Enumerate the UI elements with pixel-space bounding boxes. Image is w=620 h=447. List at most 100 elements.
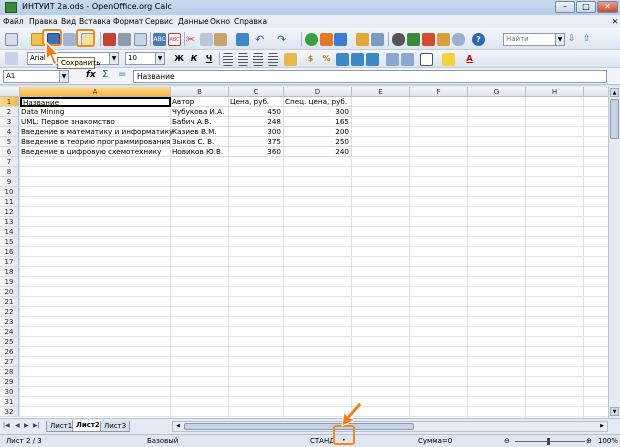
sheet-nav-last-icon[interactable]: ▶| <box>33 422 40 429</box>
underline-button[interactable]: Ч <box>203 53 215 65</box>
row-header[interactable]: 11 <box>0 197 19 207</box>
row-header[interactable]: 7 <box>0 157 19 167</box>
table-cell[interactable]: 450 <box>229 107 284 117</box>
row-header[interactable]: 15 <box>0 237 19 247</box>
copy-icon[interactable] <box>200 33 213 46</box>
table-cell[interactable]: 200 <box>284 127 352 137</box>
status-page-style[interactable]: Базовый <box>147 437 178 445</box>
gallery-icon[interactable] <box>422 33 435 46</box>
cell-b1[interactable]: Автор <box>171 97 229 107</box>
background-color-icon[interactable] <box>442 53 455 66</box>
table-cell[interactable]: 300 <box>284 107 352 117</box>
minimize-button[interactable]: – <box>555 1 575 13</box>
find-replace-icon[interactable] <box>392 33 405 46</box>
menu-tools[interactable]: Сервис <box>145 17 173 26</box>
table-cell[interactable]: Казиев В.М. <box>171 127 229 137</box>
row-header[interactable]: 26 <box>0 347 19 357</box>
delete-decimal-icon[interactable] <box>366 53 379 66</box>
column-header-g[interactable]: G <box>468 87 526 97</box>
row-header[interactable]: 3 <box>0 117 19 127</box>
help-icon[interactable]: ? <box>472 33 485 46</box>
formula-input[interactable]: Название <box>133 70 607 83</box>
status-selection-mode[interactable]: СТАНД <box>310 437 335 445</box>
column-header-a[interactable]: A <box>20 87 171 97</box>
function-icon[interactable]: = <box>118 69 126 80</box>
print-icon[interactable] <box>118 33 131 46</box>
table-cell[interactable]: 375 <box>229 137 284 147</box>
row-header[interactable]: 10 <box>0 187 19 197</box>
draw-functions-icon[interactable] <box>371 33 384 46</box>
row-header[interactable]: 2 <box>0 107 19 117</box>
font-color-icon[interactable]: A <box>463 53 476 66</box>
row-header[interactable]: 29 <box>0 377 19 387</box>
scroll-thumb[interactable] <box>610 99 619 139</box>
select-all-corner[interactable] <box>0 87 20 97</box>
menu-help[interactable]: Справка <box>234 17 267 26</box>
menu-view[interactable]: Вид <box>61 17 76 26</box>
justify-icon[interactable] <box>268 53 278 66</box>
row-header[interactable]: 5 <box>0 137 19 147</box>
close-document-icon[interactable]: ✕ <box>612 17 618 26</box>
row-header[interactable]: 8 <box>0 167 19 177</box>
align-center-icon[interactable] <box>238 53 248 66</box>
zoom-slider[interactable] <box>515 441 585 442</box>
column-header-i[interactable]: I <box>584 87 608 97</box>
row-header[interactable]: 12 <box>0 207 19 217</box>
italic-button[interactable]: К <box>188 53 200 65</box>
menu-insert[interactable]: Вставка <box>79 17 111 26</box>
row-header[interactable]: 30 <box>0 387 19 397</box>
table-cell[interactable]: 248 <box>229 117 284 127</box>
sum-icon[interactable]: Σ <box>102 69 108 80</box>
menu-data[interactable]: Данные <box>178 17 209 26</box>
decrease-indent-icon[interactable] <box>386 53 399 66</box>
undo-icon[interactable]: ↶ <box>255 33 268 46</box>
table-cell[interactable]: 165 <box>284 117 352 127</box>
chevron-down-icon[interactable]: ▼ <box>59 71 68 82</box>
table-cell[interactable]: Чубукова И.А. <box>171 107 229 117</box>
zoom-out-icon[interactable]: ⊖ <box>504 437 510 445</box>
zoom-slider-handle[interactable] <box>547 438 550 445</box>
font-size-select[interactable]: 10 ▼ <box>125 52 165 65</box>
sort-ascending-icon[interactable] <box>320 33 333 46</box>
column-header-f[interactable]: F <box>410 87 468 97</box>
table-cell[interactable]: Введение в теорию программирования <box>20 137 171 147</box>
menu-format[interactable]: Формат <box>113 17 143 26</box>
zoom-icon[interactable] <box>452 33 465 46</box>
print-preview-icon[interactable] <box>134 33 147 46</box>
sheet-tab-3[interactable]: Лист3 <box>100 421 131 432</box>
row-header[interactable]: 18 <box>0 267 19 277</box>
sort-descending-icon[interactable] <box>334 33 347 46</box>
data-sources-icon[interactable] <box>437 33 450 46</box>
row-header[interactable]: 27 <box>0 357 19 367</box>
navigator-icon[interactable] <box>407 33 420 46</box>
column-header-e[interactable]: E <box>352 87 410 97</box>
row-header[interactable]: 13 <box>0 217 19 227</box>
row-header[interactable]: 21 <box>0 297 19 307</box>
sheet-nav-prev-icon[interactable]: ◀ <box>15 422 20 429</box>
find-previous-icon[interactable]: ⇧ <box>583 33 596 46</box>
add-decimal-icon[interactable] <box>351 53 364 66</box>
scroll-right-icon[interactable]: ▶ <box>598 422 606 431</box>
number-format-icon[interactable] <box>336 53 349 66</box>
align-right-icon[interactable] <box>253 53 263 66</box>
table-cell[interactable]: Новиков Ю.В. <box>171 147 229 157</box>
row-header[interactable]: 25 <box>0 337 19 347</box>
chart-icon[interactable] <box>356 33 369 46</box>
currency-icon[interactable]: $ <box>304 53 317 66</box>
row-header[interactable]: 28 <box>0 367 19 377</box>
cell-a1[interactable]: Название <box>20 97 171 107</box>
close-button[interactable]: ✕ <box>597 1 618 13</box>
export-pdf-icon[interactable] <box>103 33 116 46</box>
row-header[interactable]: 14 <box>0 227 19 237</box>
cell-c1[interactable]: Цена, руб. <box>229 97 284 107</box>
cut-icon[interactable]: ✂ <box>186 33 199 46</box>
menu-file[interactable]: Файл <box>3 17 24 26</box>
function-wizard-icon[interactable]: fx <box>86 70 96 80</box>
table-cell[interactable]: 360 <box>229 147 284 157</box>
hscroll-thumb[interactable] <box>184 423 414 430</box>
bold-button[interactable]: Ж <box>173 53 185 65</box>
scroll-up-icon[interactable]: ▲ <box>610 88 619 97</box>
table-cell[interactable]: 300 <box>229 127 284 137</box>
row-header[interactable]: 24 <box>0 327 19 337</box>
spreadsheet-grid[interactable]: A B C D E F G H I 1234567891011121314151… <box>0 87 608 418</box>
